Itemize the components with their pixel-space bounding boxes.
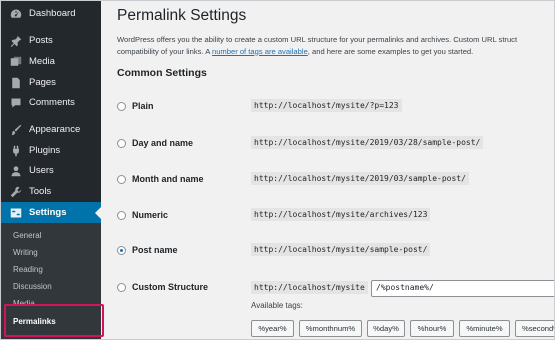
custom-structure-input[interactable]: /%postname%/ <box>371 280 554 297</box>
permalink-example: http://localhost/mysite/?p=123 <box>251 99 402 112</box>
permalinks-highlight <box>4 304 104 337</box>
option-label: Plain <box>132 101 154 111</box>
sidebar-item-posts[interactable]: Posts <box>1 30 101 51</box>
admin-sidebar: Dashboard Posts Media Pages Comments App… <box>1 1 101 339</box>
comments-icon <box>9 96 23 110</box>
users-icon <box>9 164 23 178</box>
sidebar-item-dashboard[interactable]: Dashboard <box>1 3 101 24</box>
available-tags-label: Available tags: <box>251 301 303 310</box>
radio-month-and-name[interactable] <box>117 174 126 184</box>
app-window: Dashboard Posts Media Pages Comments App… <box>0 0 555 340</box>
option-label: Custom Structure <box>132 282 209 292</box>
dashboard-icon <box>9 7 23 21</box>
intro-text-part: , and here are some examples to get you … <box>307 46 474 56</box>
sidebar-item-label: Settings <box>29 207 67 218</box>
option-numeric[interactable]: Numeric <box>117 206 168 224</box>
permalink-example: http://localhost/mysite/archives/123 <box>251 208 431 221</box>
tag-button-second[interactable]: %second% <box>515 320 554 337</box>
tag-button-monthnum[interactable]: %monthnum% <box>299 320 362 337</box>
option-post-name[interactable]: Post name <box>117 241 178 259</box>
media-icon <box>9 55 23 69</box>
option-label: Month and name <box>132 174 204 184</box>
intro-text: WordPress offers you the ability to crea… <box>117 34 554 58</box>
sidebar-item-label: Media <box>29 56 55 67</box>
sidebar-item-users[interactable]: Users <box>1 160 101 181</box>
radio-day-and-name[interactable] <box>117 138 126 148</box>
pin-icon <box>9 34 23 48</box>
wrench-icon <box>9 185 23 199</box>
option-day-and-name[interactable]: Day and name <box>117 134 193 152</box>
sidebar-item-label: Pages <box>29 77 56 88</box>
tag-button-hour[interactable]: %hour% <box>410 320 454 337</box>
option-label: Post name <box>132 245 178 255</box>
settings-icon <box>9 206 23 220</box>
intro-line-2: compatibility of your links. A number of… <box>117 46 554 58</box>
sidebar-item-label: Appearance <box>29 124 81 135</box>
radio-plain[interactable] <box>117 101 126 111</box>
tag-button-day[interactable]: %day% <box>367 320 405 337</box>
sidebar-item-tools[interactable]: Tools <box>1 181 101 202</box>
sidebar-item-label: Dashboard <box>29 8 76 19</box>
tag-button-minute[interactable]: %minute% <box>459 320 510 337</box>
option-custom-structure[interactable]: Custom Structure <box>117 278 208 296</box>
sidebar-item-comments[interactable]: Comments <box>1 92 101 113</box>
sidebar-item-label: Plugins <box>29 145 61 156</box>
radio-custom-structure[interactable] <box>117 282 126 292</box>
permalink-example: http://localhost/mysite/sample-post/ <box>251 243 431 256</box>
sidebar-item-media[interactable]: Media <box>1 51 101 72</box>
main-content: Permalink Settings WordPress offers you … <box>101 1 554 339</box>
submenu-item-general[interactable]: General <box>13 231 41 240</box>
sidebar-item-pages[interactable]: Pages <box>1 72 101 93</box>
section-title: Common Settings <box>117 67 207 79</box>
sidebar-item-label: Tools <box>29 186 52 197</box>
tag-button-year[interactable]: %year% <box>251 320 294 337</box>
sidebar-item-settings[interactable]: Settings <box>1 202 101 223</box>
intro-text-part: compatibility of your links. A <box>117 46 212 56</box>
submenu-item-writing[interactable]: Writing <box>13 248 38 257</box>
radio-numeric[interactable] <box>117 210 126 220</box>
option-label: Numeric <box>132 210 169 220</box>
permalink-example: http://localhost/mysite/2019/03/sample-p… <box>251 172 469 185</box>
sidebar-item-appearance[interactable]: Appearance <box>1 119 101 140</box>
sidebar-item-label: Posts <box>29 35 53 46</box>
permalink-example: http://localhost/mysite/2019/03/28/sampl… <box>251 136 484 149</box>
paintbrush-icon <box>9 123 23 137</box>
page-title: Permalink Settings <box>117 7 247 24</box>
sidebar-item-label: Comments <box>29 97 75 108</box>
sidebar-item-label: Users <box>29 165 54 176</box>
option-label: Day and name <box>132 138 194 148</box>
option-month-and-name[interactable]: Month and name <box>117 170 204 188</box>
radio-post-name[interactable] <box>117 245 126 255</box>
intro-line-1: WordPress offers you the ability to crea… <box>117 35 518 44</box>
submenu-item-reading[interactable]: Reading <box>13 265 43 274</box>
plugin-icon <box>9 144 23 158</box>
sidebar-item-plugins[interactable]: Plugins <box>1 140 101 161</box>
tags-available-link[interactable]: number of tags are available <box>212 47 308 56</box>
submenu-item-discussion[interactable]: Discussion <box>13 282 52 291</box>
option-plain[interactable]: Plain <box>117 97 154 115</box>
pages-icon <box>9 76 23 90</box>
custom-structure-base: http://localhost/mysite <box>251 281 368 294</box>
